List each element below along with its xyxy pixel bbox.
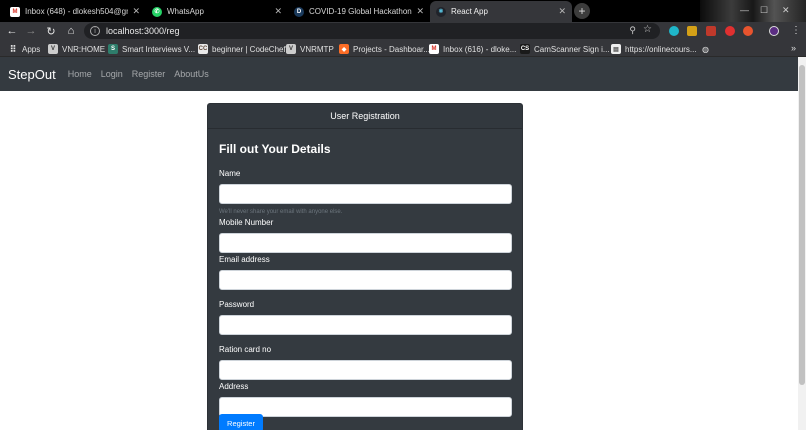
bookmark-label: CamScanner Sign i...: [534, 44, 610, 54]
whatsapp-icon: ✆: [152, 6, 162, 17]
browser-tab-whatsapp[interactable]: ✆ WhatsApp ✕: [146, 1, 288, 22]
ration-card-label: Ration card no: [219, 345, 272, 354]
react-icon: ⚛: [436, 6, 446, 17]
bookmarks-bar: ⠿ Apps V VNR:HOME S Smart Interviews V..…: [0, 40, 806, 57]
close-icon[interactable]: ✕: [558, 6, 566, 17]
bookmark-label: beginner | CodeChef: [212, 44, 286, 54]
bookmark-label: https://onlinecours...: [625, 44, 697, 54]
bookmark-label: Projects - Dashboar...: [353, 44, 430, 54]
bookmark-apps[interactable]: ⠿ Apps: [8, 43, 41, 55]
address-bar[interactable]: i localhost:3000/reg ⚲ ☆: [84, 23, 660, 39]
tab-title: COVID-19 Global Hackathon 1.0: [309, 7, 412, 16]
name-input[interactable]: [219, 184, 512, 204]
bookmark-label: VNRMTP: [300, 44, 334, 54]
home-icon[interactable]: ⌂: [64, 24, 78, 38]
form-title: Fill out Your Details: [219, 142, 331, 156]
extension-icon[interactable]: [706, 26, 716, 36]
page-viewport: StepOut Home Login Register AboutUs User…: [0, 57, 798, 430]
page-scrollbar[interactable]: [798, 57, 806, 430]
mobile-number-label: Mobile Number: [219, 218, 274, 227]
bookmark-onlinecourses[interactable]: ▤ https://onlinecours...: [611, 43, 697, 55]
browser-tab-strip: M Inbox (648) - dlokesh504@gmai ✕ ✆ What…: [0, 0, 806, 22]
register-button[interactable]: Register: [219, 414, 263, 430]
address-input[interactable]: [219, 397, 512, 417]
name-label: Name: [219, 169, 241, 178]
extension-icon[interactable]: [687, 26, 697, 36]
email-input[interactable]: [219, 270, 512, 290]
extension-icon[interactable]: [743, 26, 753, 36]
browser-tab-covid-hackathon[interactable]: D COVID-19 Global Hackathon 1.0 ✕: [288, 1, 430, 22]
password-input[interactable]: [219, 315, 512, 335]
browser-tab-react-app[interactable]: ⚛ React App ✕: [430, 1, 572, 22]
url-text: localhost:3000/reg: [106, 26, 180, 36]
nav-link-home[interactable]: Home: [68, 69, 92, 79]
vnr-icon: V: [48, 44, 58, 54]
new-tab-button[interactable]: +: [574, 3, 590, 19]
close-icon[interactable]: ✕: [274, 6, 282, 17]
back-icon[interactable]: ←: [5, 24, 19, 38]
bookmark-vnr-home[interactable]: V VNR:HOME: [48, 43, 105, 55]
bookmark-projects-dashboard[interactable]: ◆ Projects - Dashboar...: [339, 43, 430, 55]
bookmarks-overflow-icon[interactable]: »: [791, 43, 796, 53]
vnrmtp-icon: V: [286, 44, 296, 54]
devpost-icon: D: [294, 6, 304, 17]
email-label: Email address: [219, 255, 270, 264]
brand-logo[interactable]: StepOut: [8, 67, 56, 82]
tab-title: Inbox (648) - dlokesh504@gmai: [25, 7, 129, 16]
close-icon[interactable]: ✕: [416, 6, 424, 17]
reload-icon[interactable]: ↻: [44, 24, 58, 38]
nav-link-aboutus[interactable]: AboutUs: [174, 69, 209, 79]
site-navbar: StepOut Home Login Register AboutUs: [0, 57, 798, 91]
extension-icon[interactable]: [725, 26, 735, 36]
password-label: Password: [219, 300, 255, 309]
gmail-icon: M: [10, 6, 20, 17]
bookmark-codechef[interactable]: CC beginner | CodeChef: [198, 43, 286, 55]
bookmark-star-icon[interactable]: ☆: [643, 24, 652, 35]
scrollbar-thumb[interactable]: [799, 65, 805, 385]
tab-title: React App: [451, 7, 488, 16]
browser-tab-gmail[interactable]: M Inbox (648) - dlokesh504@gmai ✕: [4, 1, 146, 22]
window-frame-theme: [700, 0, 806, 22]
bookmark-camscanner[interactable]: CS CamScanner Sign i...: [520, 43, 610, 55]
forward-icon[interactable]: →: [24, 24, 38, 38]
registration-card: User Registration Fill out Your Details …: [207, 103, 523, 430]
bookmark-vnrmtp[interactable]: V VNRMTP: [286, 43, 334, 55]
window-close-icon[interactable]: ✕: [782, 5, 790, 16]
bookmark-inbox[interactable]: M Inbox (616) - dloke...: [429, 43, 516, 55]
minimize-icon[interactable]: —: [740, 5, 749, 15]
page-icon: ▤: [611, 44, 621, 54]
browser-menu-icon[interactable]: ⋮: [791, 25, 801, 36]
profile-avatar-icon[interactable]: [769, 26, 779, 36]
close-icon[interactable]: ✕: [132, 6, 140, 17]
maximize-icon[interactable]: ☐: [760, 5, 768, 16]
mobile-number-input[interactable]: [219, 233, 512, 253]
nav-link-login[interactable]: Login: [101, 69, 123, 79]
address-label: Address: [219, 382, 249, 391]
name-help-text: We'll never share your email with anyone…: [219, 209, 343, 215]
card-header: User Registration: [208, 104, 522, 129]
bookmark-label: Smart Interviews V...: [122, 44, 196, 54]
apps-grid-icon: ⠿: [9, 43, 17, 54]
extension-icon[interactable]: [669, 26, 679, 36]
browser-toolbar: ← → ↻ ⌂ i localhost:3000/reg ⚲ ☆ ⋮: [0, 22, 806, 40]
tab-title: WhatsApp: [167, 7, 204, 16]
ration-card-input[interactable]: [219, 360, 512, 380]
bookmark-label: Inbox (616) - dloke...: [443, 44, 517, 54]
bookmark-smart-interviews[interactable]: S Smart Interviews V...: [108, 43, 195, 55]
bookmark-globe-icon[interactable]: ◍: [702, 43, 709, 55]
nav-link-register[interactable]: Register: [132, 69, 166, 79]
bookmark-label: Apps: [22, 44, 41, 54]
gmail-icon: M: [429, 44, 439, 54]
bookmark-label: VNR:HOME: [62, 44, 106, 54]
smart-interviews-icon: S: [108, 44, 118, 54]
camscanner-icon: CS: [520, 44, 530, 54]
codechef-icon: CC: [198, 44, 208, 54]
gitlab-icon: ◆: [339, 44, 349, 54]
zoom-icon[interactable]: ⚲: [629, 25, 636, 36]
site-info-icon[interactable]: i: [90, 26, 100, 36]
